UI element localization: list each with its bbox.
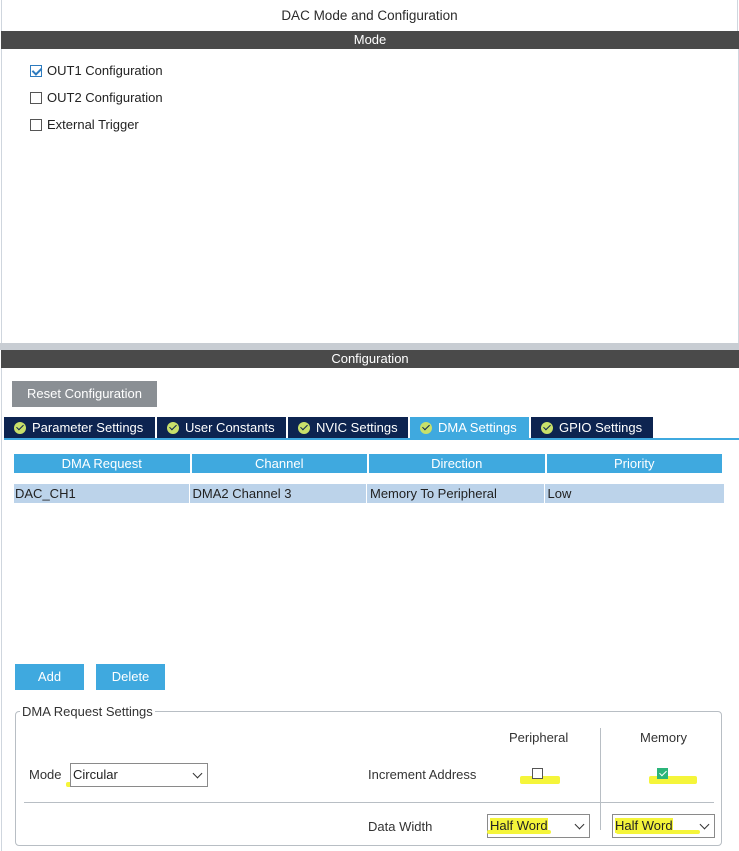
out1-checkbox[interactable] [30,64,42,77]
out1-configuration-option[interactable]: OUT1 Configuration [30,63,163,78]
configuration-tabs: Parameter Settings User Constants NVIC S… [4,417,655,438]
add-button[interactable]: Add [15,664,84,690]
window-title: DAC Mode and Configuration [1,0,738,31]
cell-direction: Memory To Peripheral [369,484,545,503]
row-divider [24,802,714,803]
cell-channel: DMA2 Channel 3 [192,484,367,503]
configuration-section-header: Configuration [1,350,739,368]
out1-label: OUT1 Configuration [47,63,163,78]
data-width-memory-select[interactable]: Half Word [612,814,715,838]
cell-dma-request: DAC_CH1 [14,484,190,503]
panel-splitter[interactable] [0,343,739,350]
mode-select[interactable]: Circular [70,763,208,787]
tab-label: NVIC Settings [316,420,398,435]
increment-address-label: Increment Address [368,767,477,782]
increment-memory-checkbox[interactable] [657,768,668,779]
mode-select-value: Circular [73,767,118,782]
tab-user-constants[interactable]: User Constants [157,417,286,438]
memory-header: Memory [640,730,687,745]
mode-section-header: Mode [1,31,739,49]
table-row[interactable]: DAC_CH1 DMA2 Channel 3 Memory To Periphe… [14,484,724,503]
tab-label: User Constants [185,420,275,435]
mode-label: Mode [29,767,62,782]
increment-peripheral-checkbox[interactable] [532,768,543,779]
out2-label: OUT2 Configuration [47,90,163,105]
tab-parameter-settings[interactable]: Parameter Settings [4,417,155,438]
column-header-dma-request[interactable]: DMA Request [14,454,190,473]
tab-label: DMA Settings [438,420,517,435]
chevron-down-icon [699,819,710,830]
tab-underline [4,438,739,440]
tab-gpio-settings[interactable]: GPIO Settings [531,417,653,438]
data-width-peripheral-select[interactable]: Half Word [487,814,590,838]
column-header-priority[interactable]: Priority [546,454,722,473]
cell-priority: Low [547,486,572,501]
delete-button[interactable]: Delete [96,664,165,690]
column-header-channel[interactable]: Channel [191,454,367,473]
chevron-down-icon [192,768,203,779]
check-circle-icon [420,421,432,434]
external-trigger-checkbox[interactable] [30,118,42,131]
data-width-label: Data Width [368,819,433,834]
column-divider [600,728,601,830]
external-trigger-label: External Trigger [47,117,139,132]
highlight-mark [487,830,551,834]
reset-configuration-button[interactable]: Reset Configuration [12,381,157,407]
check-circle-icon [541,421,553,434]
tab-dma-settings[interactable]: DMA Settings [410,417,529,438]
highlight-mark [616,830,700,834]
dac-configuration-window: DAC Mode and Configuration Mode OUT1 Con… [0,0,739,851]
tab-label: GPIO Settings [559,420,643,435]
check-circle-icon [167,421,179,434]
tab-nvic-settings[interactable]: NVIC Settings [288,417,408,438]
column-header-direction[interactable]: Direction [369,454,545,473]
external-trigger-option[interactable]: External Trigger [30,117,139,132]
out2-checkbox[interactable] [30,91,42,104]
out2-configuration-option[interactable]: OUT2 Configuration [30,90,163,105]
dma-request-settings-legend: DMA Request Settings [20,704,155,719]
check-circle-icon [298,421,310,434]
peripheral-header: Peripheral [509,730,569,745]
chevron-down-icon [574,819,585,830]
table-header: DMA Request Channel Direction Priority [14,454,724,473]
check-circle-icon [14,421,26,434]
tab-label: Parameter Settings [32,420,144,435]
dma-request-table: DMA Request Channel Direction Priority D… [14,454,724,503]
